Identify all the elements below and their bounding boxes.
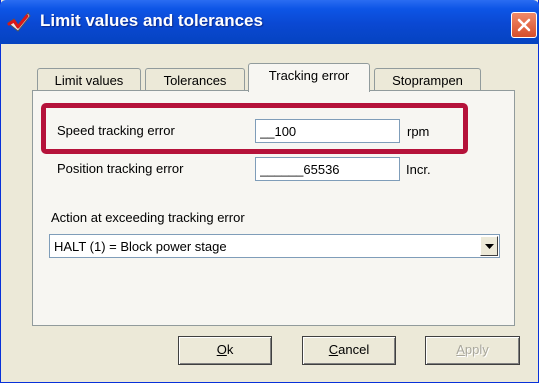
position-unit: Incr. — [406, 162, 431, 177]
apply-mnemonic: A — [456, 342, 465, 357]
chevron-down-icon — [485, 244, 494, 249]
app-icon — [6, 11, 32, 33]
speed-tracking-error-label: Speed tracking error — [57, 123, 175, 138]
ok-mnemonic: O — [216, 342, 227, 357]
tab-stoprampen[interactable]: Stoprampen — [374, 68, 481, 92]
apply-button[interactable]: Apply — [425, 336, 520, 365]
dropdown-button[interactable] — [480, 236, 498, 256]
position-tracking-error-label: Position tracking error — [57, 161, 184, 176]
position-tracking-error-input[interactable] — [255, 157, 400, 181]
tab-label: Limit values — [54, 73, 124, 88]
ok-button[interactable]: Ok — [178, 336, 272, 365]
tab-label: Tolerances — [163, 73, 227, 88]
tab-tracking-error[interactable]: Tracking error — [248, 63, 370, 92]
action-select[interactable]: HALT (1) = Block power stage — [49, 234, 500, 258]
cancel-label-rest: ancel — [338, 342, 370, 357]
speed-tracking-error-input[interactable] — [255, 119, 400, 143]
window-title: Limit values and tolerances — [40, 11, 263, 30]
tab-limit-values[interactable]: Limit values — [37, 68, 141, 92]
action-select-value: HALT (1) = Block power stage — [54, 239, 227, 254]
ok-label-rest: k — [226, 342, 234, 357]
tab-tolerances[interactable]: Tolerances — [145, 68, 245, 92]
cancel-button[interactable]: Cancel — [302, 336, 396, 365]
dialog-window: Limit values and tolerances Limit values… — [0, 0, 539, 383]
apply-label-rest: pply — [464, 342, 489, 357]
tab-label: Tracking error — [268, 68, 350, 83]
tab-label: Stoprampen — [392, 73, 463, 88]
close-icon — [517, 18, 531, 32]
cancel-mnemonic: C — [328, 342, 339, 357]
close-button[interactable] — [511, 12, 537, 38]
speed-unit: rpm — [407, 124, 430, 139]
action-label: Action at exceeding tracking error — [51, 210, 245, 225]
title-bar[interactable]: Limit values and tolerances — [0, 0, 539, 44]
